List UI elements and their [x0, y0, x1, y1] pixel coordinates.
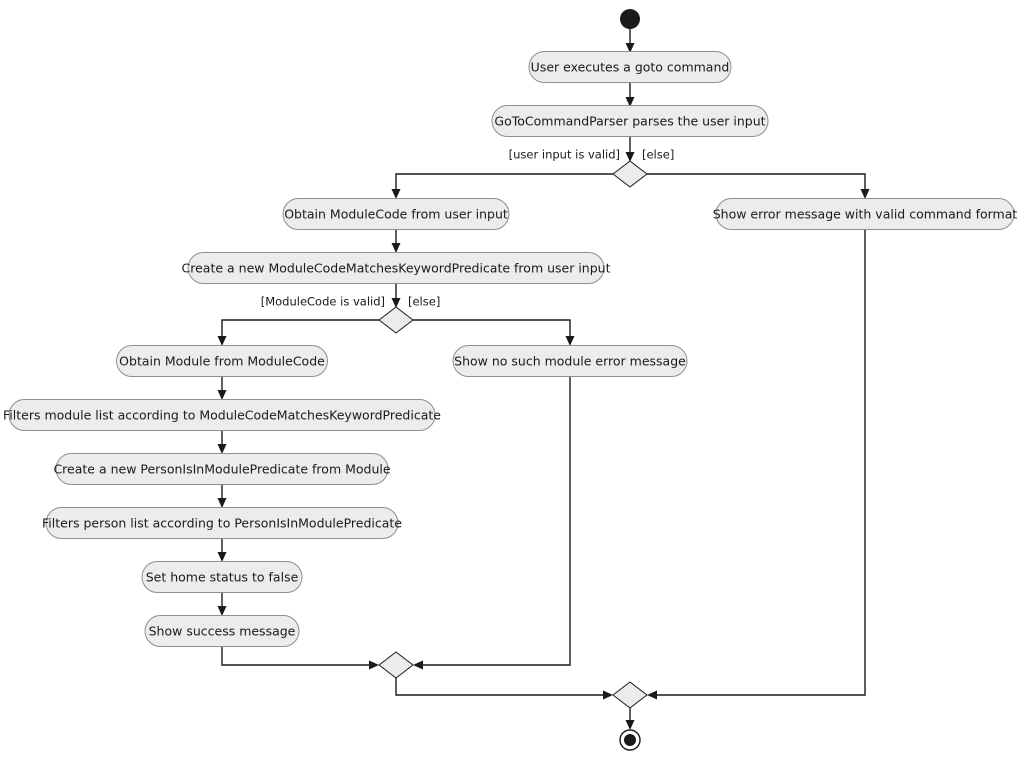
start-node [620, 9, 640, 29]
end-node [619, 729, 641, 751]
activity-label: Create a new PersonIsInModulePredicate f… [53, 462, 390, 477]
edge-parser-to-decision1 [625, 137, 635, 162]
merge-inner[interactable] [378, 651, 414, 679]
activity-create-person-predicate[interactable]: Create a new PersonIsInModulePredicate f… [53, 453, 391, 485]
edge-filter-person-to-set-home [217, 539, 227, 562]
edge-success-to-merge-inner [221, 647, 379, 670]
edge-obtain-modulecode-to-create-predicate [391, 230, 401, 253]
edge-create-predicate-to-decision2 [391, 284, 401, 308]
activity-label: Obtain ModuleCode from user input [284, 207, 508, 222]
edge-start-to-goto [625, 29, 635, 53]
activity-label: Show error message with valid command fo… [713, 207, 1018, 222]
activity-user-executes-goto[interactable]: User executes a goto command [528, 51, 732, 83]
activity-label: GoToCommandParser parses the user input [494, 114, 765, 129]
guard-label-user-input-valid: [user input is valid] [509, 148, 620, 162]
decision-input-valid[interactable] [612, 160, 648, 188]
activity-obtain-module[interactable]: Obtain Module from ModuleCode [116, 345, 328, 377]
edge-decision1-true-to-obtain-modulecode [391, 173, 613, 199]
edge-merge-inner-to-merge-outer [395, 678, 613, 700]
merge-outer[interactable] [612, 681, 648, 709]
guard-label-modulecode-else: [else] [408, 295, 440, 309]
edge-create-person-predicate-to-filter-person [217, 485, 227, 508]
decision-modulecode-valid[interactable] [378, 306, 414, 334]
activity-label: Filters module list according to ModuleC… [3, 408, 441, 423]
guard-label-input-else: [else] [642, 148, 674, 162]
activity-diagram-canvas: User executes a goto command GoToCommand… [0, 0, 1024, 760]
activity-label: Create a new ModuleCodeMatchesKeywordPre… [182, 261, 611, 276]
activity-label: Show success message [149, 624, 296, 639]
activity-show-error-format[interactable]: Show error message with valid command fo… [713, 198, 1018, 230]
activity-filter-module-list[interactable]: Filters module list according to ModuleC… [3, 399, 441, 431]
guard-label-modulecode-valid: [ModuleCode is valid] [261, 295, 385, 309]
activity-label: Show no such module error message [454, 354, 686, 369]
activity-diagram-svg: User executes a goto command GoToCommand… [3, 9, 1018, 751]
activity-obtain-modulecode[interactable]: Obtain ModuleCode from user input [282, 198, 510, 230]
activity-label: Set home status to false [146, 570, 299, 585]
edge-decision2-false-to-no-such-module [413, 319, 575, 346]
activity-label: Filters person list according to PersonI… [42, 516, 402, 531]
edge-set-home-to-success [217, 593, 227, 616]
activity-label: User executes a goto command [531, 60, 730, 75]
activity-parser-parses-input[interactable]: GoToCommandParser parses the user input [491, 105, 769, 137]
edge-filter-module-to-create-person-predicate [217, 431, 227, 454]
activity-filter-person-list[interactable]: Filters person list according to PersonI… [42, 507, 402, 539]
activity-show-no-such-module[interactable]: Show no such module error message [452, 345, 688, 377]
edge-decision1-false-to-show-error [647, 173, 870, 199]
edge-decision2-true-to-obtain-module [217, 319, 379, 346]
activity-show-success-message[interactable]: Show success message [144, 615, 300, 647]
edge-merge-outer-to-end [625, 708, 635, 730]
decision-node-layer [378, 160, 648, 709]
activity-label: Obtain Module from ModuleCode [119, 354, 325, 369]
edge-goto-to-parser [625, 83, 635, 107]
activity-create-modulecode-predicate[interactable]: Create a new ModuleCodeMatchesKeywordPre… [182, 252, 611, 284]
edge-obtain-module-to-filter-module [217, 377, 227, 400]
edge-show-error-to-merge-outer [647, 230, 866, 700]
activity-set-home-status-false[interactable]: Set home status to false [141, 561, 303, 593]
